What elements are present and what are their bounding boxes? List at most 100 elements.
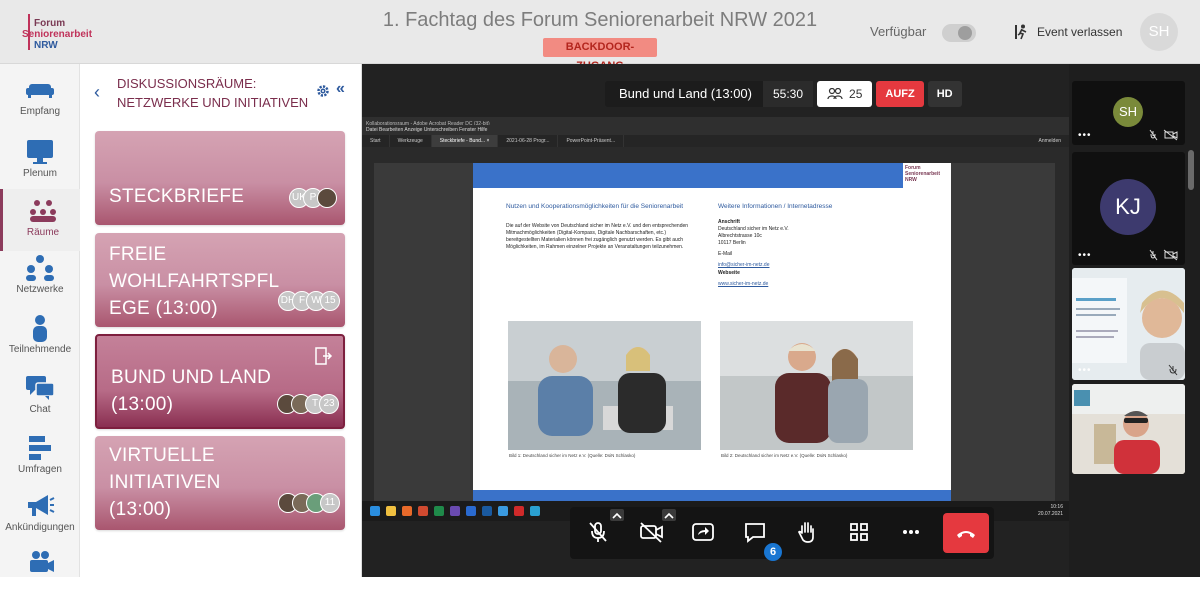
collapse-double-chevron-icon[interactable]: « (336, 80, 345, 98)
nav-item-chat[interactable]: Chat (0, 366, 80, 428)
room-name-line: EGE (13:00) (109, 298, 218, 319)
doc-left-heading: Nutzen und Kooperationsmöglichkeiten für… (506, 203, 684, 210)
recording-indicator[interactable]: AUFZ (876, 81, 924, 107)
nav-item-ankuendigungen[interactable]: Ankündigungen (0, 484, 80, 546)
firefox-icon (402, 506, 412, 516)
tiles-scrollbar[interactable] (1188, 150, 1194, 190)
participant-count-avatar: 23 (319, 394, 339, 414)
session-timer: 55:30 (763, 81, 814, 107)
video-tile-sh[interactable]: SH ••• (1072, 81, 1185, 145)
office-icon (418, 506, 428, 516)
toggle-knob (958, 26, 972, 40)
doc-email-label: E-Mail (718, 251, 733, 257)
screen-share-button[interactable] (688, 517, 718, 547)
room-participants: UK P (289, 188, 337, 208)
doc-caption-1: Bild 1: Deutschland sicher im Netz e.V. … (509, 453, 636, 458)
gear-icon[interactable] (316, 84, 330, 98)
shared-tab: Start (362, 135, 390, 147)
room-card-virtuelle-initiativen[interactable]: VIRTUELLE INITIATIVEN (13:00) 11 (95, 436, 345, 530)
doc-header-band (473, 163, 903, 188)
nav-item-raeume[interactable]: Räume (0, 189, 80, 251)
raise-hand-button[interactable] (792, 517, 822, 547)
chat-unread-badge: 6 (764, 543, 782, 561)
mic-muted-icon (589, 522, 607, 542)
room-card-steckbriefe[interactable]: STECKBRIEFE UK P (95, 131, 345, 225)
meeting-controls: 6 (570, 507, 994, 561)
nav-label: Netzwerke (16, 284, 64, 295)
room-name-line: BUND UND LAND (111, 367, 272, 388)
enter-door-icon[interactable] (313, 346, 333, 366)
tile-mic-off-icon (1168, 364, 1178, 376)
hang-up-button[interactable] (943, 513, 989, 553)
participant-count-avatar: 15 (320, 291, 340, 311)
doc-website-label: Webseite (718, 270, 740, 276)
doc-email-link: info@sicher-im-netz.de (718, 262, 770, 268)
taskbar-date: 20.07.2021 (1037, 511, 1063, 517)
nav-item-umfragen[interactable]: Umfragen (0, 426, 80, 488)
chat-button[interactable] (740, 517, 770, 547)
room-name: BUND UND LAND (13:00) (111, 364, 271, 418)
nav-item-plenum[interactable]: Plenum (0, 130, 80, 192)
doc-address-line: 10117 Berlin (718, 240, 746, 246)
logo-line-2: Seniorenarbeit (22, 29, 93, 40)
logo-line-1: Forum (34, 18, 66, 29)
user-avatar[interactable]: SH (1140, 13, 1178, 51)
doc-caption-2: Bild 2: Deutschland sicher im Netz e.V. … (721, 453, 848, 458)
logo-line-3: NRW (34, 40, 58, 51)
main-navigation: Empfang Plenum Räume Netzwerke Teilnehme… (0, 64, 80, 577)
current-room-label: Bund und Land (13:00) (605, 81, 763, 107)
participant-video-strip: SH ••• KJ ••• ••• (1069, 64, 1200, 577)
participants-icon (827, 88, 843, 100)
rooms-panel: ‹ DISKUSSIONSRÄUME: NETZWERKE UND INITIA… (80, 64, 362, 577)
phone-hangup-icon (957, 531, 975, 538)
forum-logo[interactable]: Forum Seniorenarbeit NRW (12, 12, 102, 54)
tile-more-dots-icon[interactable]: ••• (1078, 250, 1092, 261)
leave-event-button[interactable]: Event verlassen (1015, 22, 1122, 42)
doc-logo: Forum Seniorenarbeit NRW (905, 165, 940, 183)
room-card-freie-wohlfahrtspflege[interactable]: FREIE WOHLFAHRTSPFL EGE (13:00) DH F W 1… (95, 233, 345, 327)
room-name-line: FREIE (109, 244, 167, 265)
back-chevron-icon[interactable]: ‹ (94, 82, 100, 103)
camera-options-chevron-icon[interactable] (662, 509, 676, 521)
tile-more-dots-icon[interactable]: ••• (1078, 365, 1092, 376)
edge-icon (498, 506, 508, 516)
quality-toggle[interactable]: HD (927, 81, 962, 107)
screen-share-icon (692, 523, 714, 541)
room-participants: 11 (278, 493, 340, 513)
megaphone-icon (28, 495, 55, 516)
video-tile-kj[interactable]: KJ ••• (1072, 152, 1185, 265)
room-name: FREIE WOHLFAHRTSPFL EGE (13:00) (109, 241, 279, 322)
shared-document-page: Forum Seniorenarbeit NRW Nutzen und Koop… (473, 163, 951, 501)
room-card-bund-und-land[interactable]: BUND UND LAND (13:00) T 23 (95, 334, 345, 429)
monitor-icon (27, 140, 53, 164)
participants-count-button[interactable]: 25 (817, 81, 873, 107)
tile-more-dots-icon[interactable]: ••• (1078, 130, 1092, 141)
taskbar-clock: 10:16 20.07.2021 (1038, 504, 1063, 518)
tile-mic-cam-off-icon (1149, 249, 1178, 261)
video-stage: Bund und Land (13:00) 55:30 25 AUFZ HD K… (362, 64, 1069, 577)
nav-label: Ankündigungen (5, 522, 75, 533)
doc-left-body: Die auf der Website von Deutschland sich… (506, 223, 689, 250)
nav-item-teilnehmende[interactable]: Teilnehmende (0, 306, 80, 368)
word-icon (466, 506, 476, 516)
nav-item-netzwerke[interactable]: Netzwerke (0, 246, 80, 308)
nav-item-kamera[interactable] (0, 542, 80, 604)
more-options-button[interactable] (896, 517, 926, 547)
nav-label: Empfang (19, 106, 61, 117)
layout-button[interactable] (844, 517, 874, 547)
room-name: VIRTUELLE INITIATIVEN (13:00) (109, 442, 221, 523)
video-tile-camera-1[interactable]: ••• (1072, 268, 1185, 380)
shared-screen: Kollaborationsraum - Adobe Acrobat Reade… (362, 117, 1069, 521)
participant-count-avatar: 11 (320, 493, 340, 513)
video-tile-camera-2[interactable] (1072, 384, 1185, 474)
teams-icon (450, 506, 460, 516)
doc-photo-1 (508, 321, 701, 450)
mic-options-chevron-icon[interactable] (610, 509, 624, 521)
room-participants: DH F W 15 (278, 291, 340, 311)
availability-toggle[interactable] (942, 24, 976, 42)
shared-tab: 2021-06-28 Progr... (498, 135, 559, 147)
nav-item-empfang[interactable]: Empfang (0, 68, 80, 130)
taskbar-time: 10:16 (1050, 504, 1063, 510)
doc-address-line: Deutschland sicher im Netz e.V. (718, 226, 789, 232)
microphone-toggle[interactable] (583, 517, 613, 547)
